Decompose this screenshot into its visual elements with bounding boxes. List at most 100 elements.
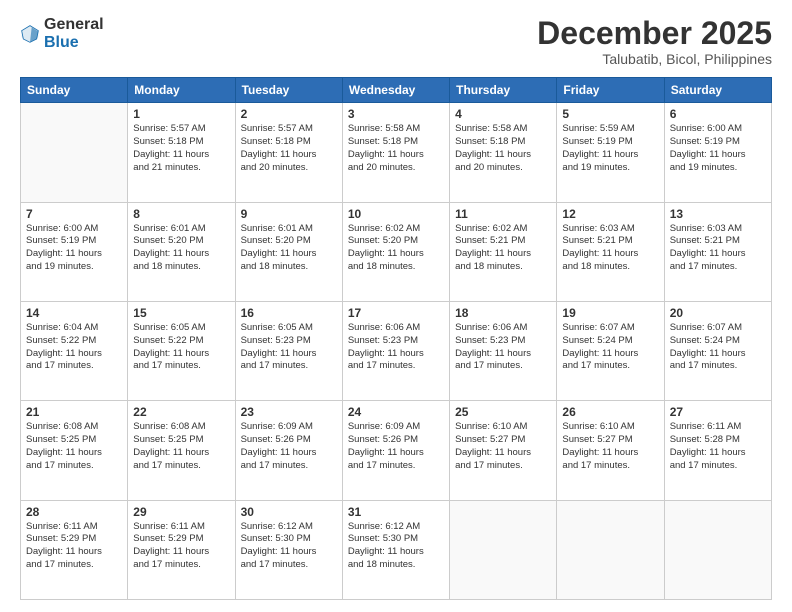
day-number: 14 xyxy=(26,306,122,320)
logo-icon xyxy=(20,24,40,44)
day-number: 20 xyxy=(670,306,766,320)
calendar-cell: 18Sunrise: 6:06 AM Sunset: 5:23 PM Dayli… xyxy=(450,301,557,400)
calendar-day-header: Saturday xyxy=(664,78,771,103)
day-number: 17 xyxy=(348,306,444,320)
calendar-header-row: SundayMondayTuesdayWednesdayThursdayFrid… xyxy=(21,78,772,103)
day-number: 19 xyxy=(562,306,658,320)
day-info: Sunrise: 6:08 AM Sunset: 5:25 PM Dayligh… xyxy=(133,421,229,472)
location: Talubatib, Bicol, Philippines xyxy=(537,51,772,67)
header-right: December 2025 Talubatib, Bicol, Philippi… xyxy=(537,16,772,67)
day-info: Sunrise: 6:01 AM Sunset: 5:20 PM Dayligh… xyxy=(241,223,337,274)
calendar-cell: 1 Sunrise: 5:57 AM Sunset: 5:18 PM Daylig… xyxy=(128,103,235,202)
day-number: 24 xyxy=(348,405,444,419)
calendar-cell: 28 Sunrise: 6:11 AM Sunset: 5:29 PM Dayli… xyxy=(21,500,128,599)
day-info: Sunrise: 6:02 AM Sunset: 5:20 PM Dayligh… xyxy=(348,223,444,274)
day-info: Sunrise: 6:09 AM Sunset: 5:26 PM Dayligh… xyxy=(348,421,444,472)
day-number: 13 xyxy=(670,207,766,221)
calendar-cell: 30 Sunrise: 6:12 AM Sunset: 5:30 PM Dayli… xyxy=(235,500,342,599)
calendar-cell xyxy=(557,500,664,599)
logo: General Blue xyxy=(20,16,104,51)
day-number: 9 xyxy=(241,207,337,221)
day-info: Sunrise: 6:11 AM Sunset: 5:29 PM Dayligh… xyxy=(26,521,122,572)
calendar-cell xyxy=(664,500,771,599)
day-info: Sunrise: 6:11 AM Sunset: 5:29 PM Dayligh… xyxy=(133,521,229,572)
calendar-cell: 16 Sunrise: 6:05 AM Sunset: 5:23 PM Dayli… xyxy=(235,301,342,400)
day-info: Sunrise: 5:58 AM Sunset: 5:18 PM Dayligh… xyxy=(348,123,444,174)
day-info: Sunrise: 5:59 AM Sunset: 5:19 PM Dayligh… xyxy=(562,123,658,174)
day-number: 30 xyxy=(241,505,337,519)
calendar-day-header: Friday xyxy=(557,78,664,103)
calendar-cell: 2 Sunrise: 5:57 AM Sunset: 5:18 PM Daylig… xyxy=(235,103,342,202)
day-number: 4 xyxy=(455,107,551,121)
day-number: 23 xyxy=(241,405,337,419)
day-info: Sunrise: 6:06 AM Sunset: 5:23 PM Dayligh… xyxy=(348,322,444,373)
day-info: Sunrise: 5:58 AM Sunset: 5:18 PM Dayligh… xyxy=(455,123,551,174)
day-number: 28 xyxy=(26,505,122,519)
day-info: Sunrise: 6:07 AM Sunset: 5:24 PM Dayligh… xyxy=(562,322,658,373)
month-title: December 2025 xyxy=(537,16,772,51)
calendar-cell: 19 Sunrise: 6:07 AM Sunset: 5:24 PM Dayli… xyxy=(557,301,664,400)
calendar-cell: 29 Sunrise: 6:11 AM Sunset: 5:29 PM Dayli… xyxy=(128,500,235,599)
day-number: 5 xyxy=(562,107,658,121)
day-number: 10 xyxy=(348,207,444,221)
day-number: 1 xyxy=(133,107,229,121)
calendar-week-row: 28 Sunrise: 6:11 AM Sunset: 5:29 PM Dayli… xyxy=(21,500,772,599)
calendar-week-row: 21 Sunrise: 6:08 AM Sunset: 5:25 PM Dayli… xyxy=(21,401,772,500)
calendar-cell: 23 Sunrise: 6:09 AM Sunset: 5:26 PM Dayli… xyxy=(235,401,342,500)
day-info: Sunrise: 6:01 AM Sunset: 5:20 PM Dayligh… xyxy=(133,223,229,274)
day-number: 31 xyxy=(348,505,444,519)
day-number: 26 xyxy=(562,405,658,419)
day-info: Sunrise: 6:10 AM Sunset: 5:27 PM Dayligh… xyxy=(562,421,658,472)
day-number: 3 xyxy=(348,107,444,121)
day-number: 25 xyxy=(455,405,551,419)
calendar-cell: 15Sunrise: 6:05 AM Sunset: 5:22 PM Dayli… xyxy=(128,301,235,400)
calendar-week-row: 7 Sunrise: 6:00 AM Sunset: 5:19 PM Daylig… xyxy=(21,202,772,301)
day-number: 21 xyxy=(26,405,122,419)
day-info: Sunrise: 6:03 AM Sunset: 5:21 PM Dayligh… xyxy=(562,223,658,274)
calendar-cell: 21 Sunrise: 6:08 AM Sunset: 5:25 PM Dayli… xyxy=(21,401,128,500)
day-info: Sunrise: 6:00 AM Sunset: 5:19 PM Dayligh… xyxy=(670,123,766,174)
day-info: Sunrise: 5:57 AM Sunset: 5:18 PM Dayligh… xyxy=(133,123,229,174)
day-info: Sunrise: 6:05 AM Sunset: 5:22 PM Dayligh… xyxy=(133,322,229,373)
calendar-day-header: Sunday xyxy=(21,78,128,103)
day-info: Sunrise: 6:09 AM Sunset: 5:26 PM Dayligh… xyxy=(241,421,337,472)
day-info: Sunrise: 6:05 AM Sunset: 5:23 PM Dayligh… xyxy=(241,322,337,373)
day-info: Sunrise: 6:03 AM Sunset: 5:21 PM Dayligh… xyxy=(670,223,766,274)
calendar-cell: 11Sunrise: 6:02 AM Sunset: 5:21 PM Dayli… xyxy=(450,202,557,301)
day-info: Sunrise: 6:06 AM Sunset: 5:23 PM Dayligh… xyxy=(455,322,551,373)
day-number: 12 xyxy=(562,207,658,221)
day-number: 6 xyxy=(670,107,766,121)
calendar-cell: 27 Sunrise: 6:11 AM Sunset: 5:28 PM Dayli… xyxy=(664,401,771,500)
calendar-cell: 3 Sunrise: 5:58 AM Sunset: 5:18 PM Daylig… xyxy=(342,103,449,202)
day-info: Sunrise: 6:11 AM Sunset: 5:28 PM Dayligh… xyxy=(670,421,766,472)
calendar-cell: 13 Sunrise: 6:03 AM Sunset: 5:21 PM Dayli… xyxy=(664,202,771,301)
calendar-day-header: Thursday xyxy=(450,78,557,103)
day-info: Sunrise: 5:57 AM Sunset: 5:18 PM Dayligh… xyxy=(241,123,337,174)
calendar-cell: 7 Sunrise: 6:00 AM Sunset: 5:19 PM Daylig… xyxy=(21,202,128,301)
day-info: Sunrise: 6:02 AM Sunset: 5:21 PM Dayligh… xyxy=(455,223,551,274)
day-number: 27 xyxy=(670,405,766,419)
day-number: 2 xyxy=(241,107,337,121)
logo-text: General Blue xyxy=(44,16,104,51)
calendar-cell: 25 Sunrise: 6:10 AM Sunset: 5:27 PM Dayli… xyxy=(450,401,557,500)
logo-general: General xyxy=(44,16,104,33)
day-number: 7 xyxy=(26,207,122,221)
day-number: 22 xyxy=(133,405,229,419)
day-info: Sunrise: 6:04 AM Sunset: 5:22 PM Dayligh… xyxy=(26,322,122,373)
calendar-cell: 14 Sunrise: 6:04 AM Sunset: 5:22 PM Dayli… xyxy=(21,301,128,400)
day-info: Sunrise: 6:10 AM Sunset: 5:27 PM Dayligh… xyxy=(455,421,551,472)
day-info: Sunrise: 6:00 AM Sunset: 5:19 PM Dayligh… xyxy=(26,223,122,274)
calendar-cell: 24 Sunrise: 6:09 AM Sunset: 5:26 PM Dayli… xyxy=(342,401,449,500)
day-info: Sunrise: 6:08 AM Sunset: 5:25 PM Dayligh… xyxy=(26,421,122,472)
calendar-cell: 17 Sunrise: 6:06 AM Sunset: 5:23 PM Dayli… xyxy=(342,301,449,400)
day-number: 16 xyxy=(241,306,337,320)
calendar-day-header: Tuesday xyxy=(235,78,342,103)
calendar-cell: 26 Sunrise: 6:10 AM Sunset: 5:27 PM Dayli… xyxy=(557,401,664,500)
calendar-cell xyxy=(450,500,557,599)
day-number: 29 xyxy=(133,505,229,519)
calendar-cell: 5 Sunrise: 5:59 AM Sunset: 5:19 PM Daylig… xyxy=(557,103,664,202)
calendar-week-row: 1 Sunrise: 5:57 AM Sunset: 5:18 PM Daylig… xyxy=(21,103,772,202)
calendar-cell: 6 Sunrise: 6:00 AM Sunset: 5:19 PM Daylig… xyxy=(664,103,771,202)
calendar-cell xyxy=(21,103,128,202)
day-info: Sunrise: 6:12 AM Sunset: 5:30 PM Dayligh… xyxy=(241,521,337,572)
